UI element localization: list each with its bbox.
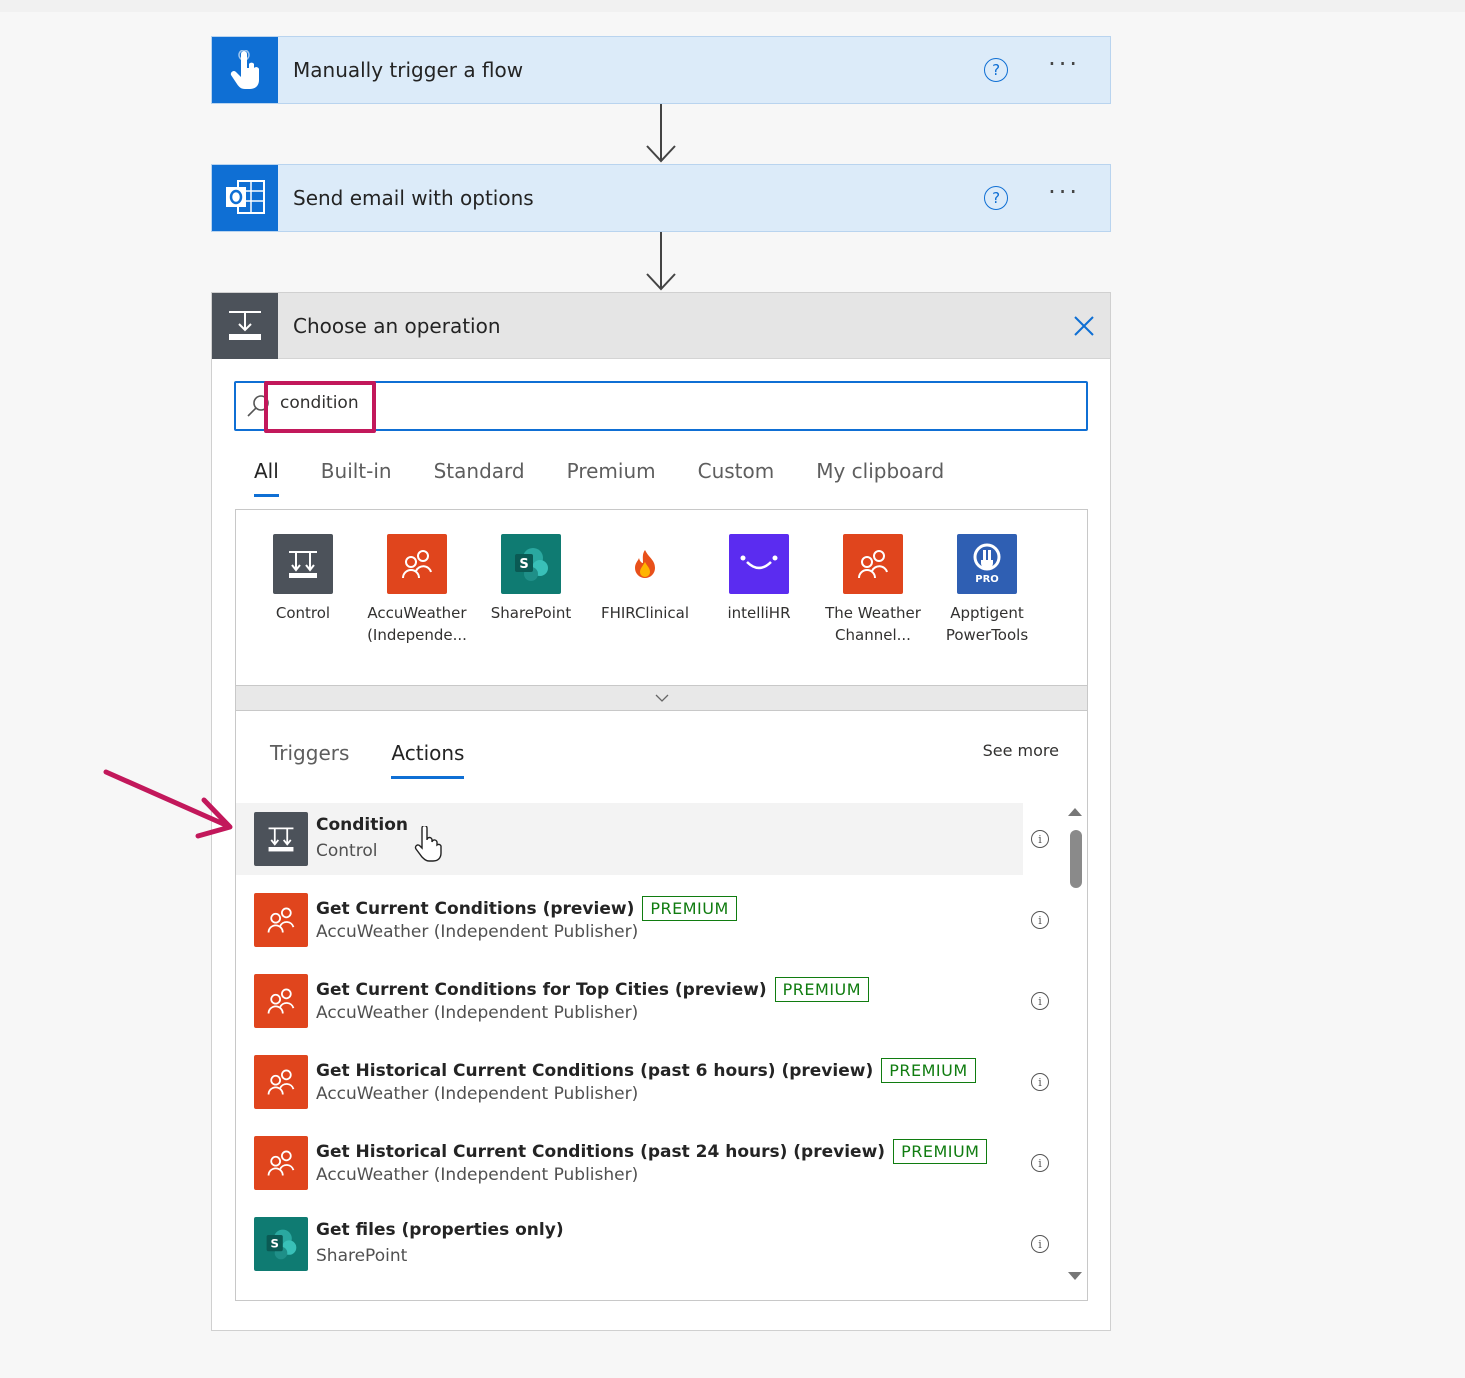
step-card-trigger[interactable]: Manually trigger a flow ? ··· — [211, 36, 1111, 104]
search-input[interactable] — [280, 393, 1060, 413]
outlook-icon — [212, 165, 278, 231]
connector-label: SharePoint — [490, 604, 572, 622]
step-card-send-email[interactable]: Send email with options ? ··· — [211, 164, 1111, 232]
tab-actions[interactable]: Actions — [391, 741, 465, 779]
info-icon[interactable]: i — [1031, 1073, 1049, 1091]
premium-badge: PREMIUM — [642, 896, 737, 921]
result-title: Get Current Conditions for Top Cities (p… — [316, 977, 870, 1002]
info-icon[interactable]: i — [1031, 992, 1049, 1010]
svg-text:S: S — [270, 1237, 278, 1251]
result-connector: AccuWeather (Independent Publisher) — [316, 922, 639, 942]
sharepoint-icon: S — [254, 1217, 308, 1271]
step-title: Send email with options — [293, 186, 534, 210]
premium-badge: PREMIUM — [881, 1058, 976, 1083]
result-row[interactable]: Get Current Conditions (preview) PREMIUM … — [236, 884, 1023, 956]
tab-all[interactable]: All — [254, 459, 279, 497]
connector-label: The Weather Channel... — [825, 604, 921, 644]
connector-intellihr[interactable]: intelliHR — [704, 534, 814, 624]
touch-hand-icon — [212, 37, 278, 103]
result-row-condition[interactable]: Condition Control — [236, 803, 1023, 875]
trigger-action-tabs: Triggers Actions — [270, 741, 506, 779]
connector-label: intelliHR — [727, 604, 791, 622]
result-row[interactable]: S Get files (properties only) SharePoint — [236, 1208, 1023, 1280]
connector-label: Control — [275, 604, 331, 622]
info-icon[interactable]: i — [1031, 1235, 1049, 1253]
see-more-link[interactable]: See more — [983, 741, 1059, 760]
result-row[interactable]: Get Current Conditions for Top Cities (p… — [236, 965, 1023, 1037]
connector-control[interactable]: Control — [248, 534, 358, 624]
tab-standard[interactable]: Standard — [434, 459, 525, 497]
expand-connectors-toggle[interactable] — [235, 685, 1088, 711]
accuweather-icon — [254, 1136, 308, 1190]
accuweather-icon — [387, 534, 447, 594]
search-highlight-annotation — [264, 381, 376, 433]
result-connector: SharePoint — [316, 1246, 408, 1266]
accuweather-icon — [254, 1055, 308, 1109]
connector-arrow-icon — [646, 104, 676, 163]
tab-custom[interactable]: Custom — [698, 459, 775, 497]
annotation-arrow-icon — [103, 769, 233, 839]
connector-accuweather[interactable]: AccuWeather (Independe... — [362, 534, 472, 646]
connector-label: AccuWeather (Independe... — [367, 604, 467, 644]
result-row[interactable]: Get Historical Current Conditions (past … — [236, 1127, 1023, 1199]
result-title: Get Historical Current Conditions (past … — [316, 1139, 988, 1164]
operation-icon — [212, 292, 278, 359]
tab-premium[interactable]: Premium — [567, 459, 656, 497]
connector-weather-channel[interactable]: The Weather Channel... — [818, 534, 928, 646]
accuweather-icon — [254, 893, 308, 947]
tab-my-clipboard[interactable]: My clipboard — [816, 459, 944, 497]
step-title: Manually trigger a flow — [293, 58, 524, 82]
chevron-down-icon — [655, 694, 668, 702]
intellihr-icon — [729, 534, 789, 594]
weather-channel-icon — [843, 534, 903, 594]
result-connector: AccuWeather (Independent Publisher) — [316, 1165, 639, 1185]
result-connector: Control — [316, 841, 378, 861]
result-title: Get Current Conditions (preview) PREMIUM — [316, 896, 737, 921]
help-icon[interactable]: ? — [984, 186, 1009, 210]
fhir-flame-icon — [615, 534, 675, 594]
info-icon[interactable]: i — [1031, 830, 1049, 848]
hand-cursor-icon — [414, 826, 442, 862]
panel-title: Choose an operation — [293, 313, 501, 338]
results-section: Triggers Actions See more Condition Cont… — [235, 711, 1088, 1301]
result-title: Get files (properties only) — [316, 1220, 564, 1240]
tab-triggers[interactable]: Triggers — [270, 741, 349, 779]
result-connector: AccuWeather (Independent Publisher) — [316, 1003, 639, 1023]
info-icon[interactable]: i — [1031, 911, 1049, 929]
more-options-icon[interactable]: ··· — [1048, 180, 1080, 209]
connector-fhirclinical[interactable]: FHIRClinical — [590, 534, 700, 624]
category-tabs: All Built-in Standard Premium Custom My … — [254, 459, 986, 497]
control-icon — [254, 812, 308, 866]
help-icon[interactable]: ? — [984, 58, 1009, 82]
pro-badge: PRO — [975, 574, 999, 585]
result-row[interactable]: Get Historical Current Conditions (past … — [236, 1046, 1023, 1118]
control-icon — [273, 534, 333, 594]
more-options-icon[interactable]: ··· — [1048, 52, 1080, 81]
tab-built-in[interactable]: Built-in — [321, 459, 392, 497]
premium-badge: PREMIUM — [893, 1139, 988, 1164]
connector-label: FHIRClinical — [600, 604, 690, 622]
result-title: Condition — [316, 815, 408, 835]
accuweather-icon — [254, 974, 308, 1028]
sharepoint-icon: S — [501, 534, 561, 594]
close-icon[interactable] — [1072, 314, 1096, 338]
info-icon[interactable]: i — [1031, 1154, 1049, 1172]
result-title: Get Historical Current Conditions (past … — [316, 1058, 976, 1083]
connector-arrow-icon — [646, 232, 676, 291]
top-strip — [0, 0, 1465, 12]
connector-apptigent[interactable]: PRO Apptigent PowerTools — [932, 534, 1042, 646]
apptigent-icon: PRO — [957, 534, 1017, 594]
premium-badge: PREMIUM — [774, 977, 870, 1002]
connector-sharepoint[interactable]: S SharePoint — [476, 534, 586, 624]
result-connector: AccuWeather (Independent Publisher) — [316, 1084, 639, 1104]
connector-grid: Control AccuWeather (Independe... S Shar… — [235, 509, 1088, 711]
connector-label: Apptigent PowerTools — [945, 604, 1029, 644]
choose-operation-panel: Choose an operation All Built-in Standar… — [211, 292, 1111, 1331]
svg-text:S: S — [519, 557, 528, 572]
panel-header: Choose an operation — [212, 292, 1110, 359]
